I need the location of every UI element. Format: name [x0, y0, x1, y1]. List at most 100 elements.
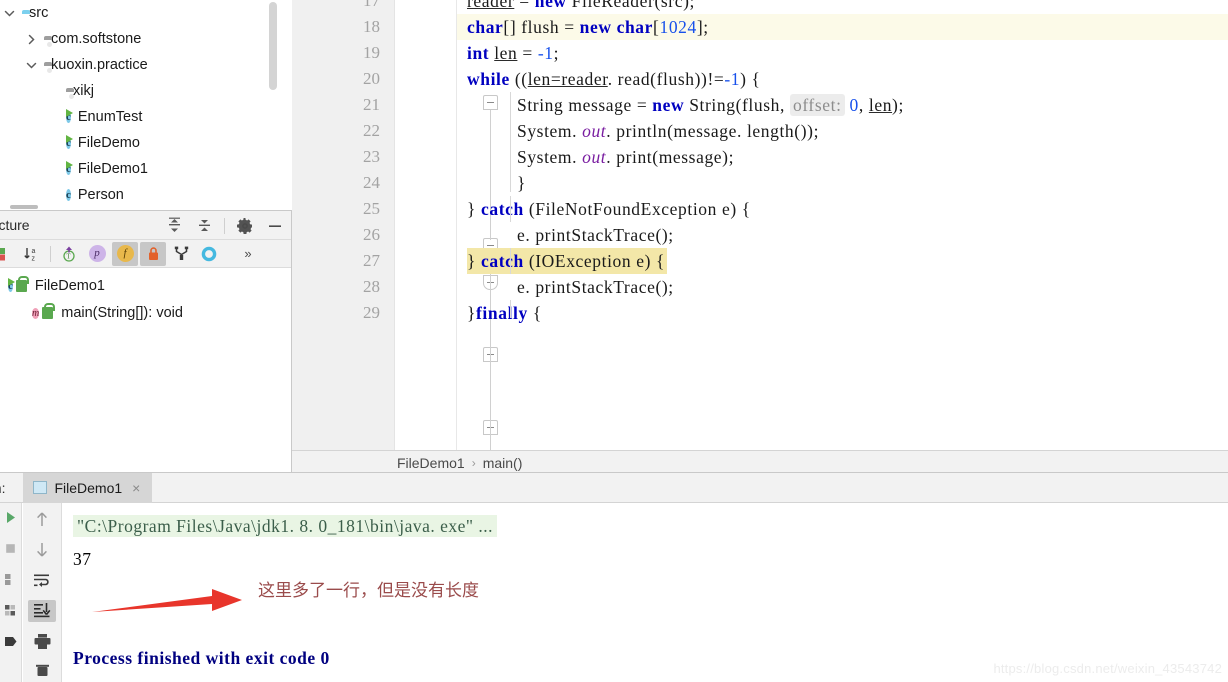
group-by-icon[interactable]: [168, 242, 194, 266]
rerun-button[interactable]: [0, 507, 25, 527]
expand-all-icon[interactable]: [164, 216, 184, 236]
indent-guide: [510, 300, 511, 318]
tree-item-filedemo[interactable]: c FileDemo: [0, 130, 278, 156]
svg-text:z: z: [32, 255, 36, 262]
code-line-19[interactable]: int len = -1;: [467, 40, 559, 66]
pin-button[interactable]: [0, 631, 25, 651]
structure-item-main-string-----void[interactable]: m main(String[]): void: [0, 299, 291, 326]
trace-button[interactable]: [0, 569, 25, 589]
sort-by-visibility-icon[interactable]: [0, 242, 17, 266]
token-plain: ) {: [740, 69, 761, 89]
line-number: 20: [363, 69, 380, 88]
tree-twisty-placeholder: [44, 108, 62, 126]
token-plain: =: [514, 0, 535, 11]
code-line-17[interactable]: reader = new FileReader(src);: [467, 0, 695, 14]
annotation-arrow: [92, 588, 244, 623]
code-line-29[interactable]: }finally {: [467, 300, 542, 326]
collapse-all-icon[interactable]: [194, 216, 214, 236]
show-fields-icon[interactable]: f: [112, 241, 138, 266]
structure-tree[interactable]: c FileDemo1 m main(String[]): void: [0, 268, 291, 326]
token-plain: {: [651, 251, 666, 271]
editor-gutter[interactable]: 17 18 19 20 21 22 23 24 25 26 27 28 29: [292, 0, 395, 450]
code-line-26[interactable]: e. printStackTrace();: [517, 222, 674, 248]
show-properties-icon[interactable]: p: [84, 242, 110, 266]
scroll-up-button[interactable]: [28, 508, 56, 531]
token-kw: catch: [480, 199, 524, 219]
scroll-down-button[interactable]: [28, 539, 56, 562]
more-options-icon[interactable]: »: [235, 242, 261, 266]
breadcrumb-item-method[interactable]: main(): [483, 455, 523, 471]
tree-twisty-placeholder: [44, 186, 62, 204]
project-tree-scrollbar[interactable]: [268, 0, 278, 212]
breadcrumb-item-class[interactable]: FileDemo1: [397, 455, 465, 471]
token-fld: out: [582, 147, 607, 167]
chevron-right-icon[interactable]: [22, 30, 40, 48]
code-line-21[interactable]: String message = new String(flush, offse…: [517, 92, 904, 118]
token-plain: FileReader(src);: [566, 0, 695, 11]
tree-item-filedemo1[interactable]: c FileDemo1: [0, 156, 278, 182]
run-console-rail[interactable]: [23, 503, 62, 682]
code-line-23[interactable]: System. out. print(message);: [517, 144, 734, 170]
run-action-rail[interactable]: [0, 503, 22, 682]
structure-title: ructure: [0, 217, 30, 233]
code-line-24[interactable]: }: [517, 170, 526, 196]
print-button[interactable]: [28, 630, 56, 653]
svg-text:a: a: [32, 248, 36, 255]
structure-tool-window: ructure: [0, 210, 292, 472]
structure-toolbar[interactable]: a z T p f »: [0, 240, 291, 268]
divider: [224, 217, 225, 234]
tree-item-src[interactable]: src: [0, 0, 278, 26]
code-editor[interactable]: 17 18 19 20 21 22 23 24 25 26 27 28 29 reader = new …: [292, 0, 1228, 450]
hide-panel-icon[interactable]: [265, 216, 285, 236]
clear-all-button[interactable]: [28, 661, 56, 682]
code-line-28[interactable]: e. printStackTrace();: [517, 274, 674, 300]
soft-wrap-button[interactable]: [28, 569, 56, 592]
annotation-text: 这里多了一行，但是没有长度: [258, 581, 479, 601]
tree-item-label: xikj: [73, 83, 94, 99]
stop-button[interactable]: [0, 538, 25, 558]
structure-item-filedemo1[interactable]: c FileDemo1: [0, 272, 291, 299]
run-tab-filedemo1[interactable]: FileDemo1 ×: [23, 472, 153, 503]
show-inherited-icon[interactable]: T: [56, 242, 82, 266]
tree-item-kuoxin-practice[interactable]: kuoxin.practice: [0, 52, 278, 78]
editor-code-area[interactable]: reader = new FileReader(src); char[] flus…: [457, 0, 1228, 450]
token-plain: ;: [553, 43, 560, 63]
close-icon[interactable]: ×: [132, 480, 140, 496]
tree-item-label: kuoxin.practice: [51, 57, 148, 73]
watermark: https://blog.csdn.net/weixin_43543742: [993, 661, 1222, 676]
structure-item-label: FileDemo1: [34, 277, 105, 294]
public-lock-icon: [42, 302, 56, 319]
show-non-public-icon[interactable]: [140, 241, 166, 266]
tree-twisty-placeholder: [44, 160, 62, 178]
chevron-down-icon[interactable]: [22, 56, 40, 74]
svg-text:T: T: [66, 252, 71, 260]
tree-item-person[interactable]: c Person: [0, 182, 278, 208]
editor-fold-column[interactable]: [395, 0, 498, 450]
token-plain: }: [467, 199, 481, 219]
tree-horizontal-scroll-thumb[interactable]: [10, 205, 38, 209]
token-plain: }: [467, 251, 481, 271]
gear-icon[interactable]: [235, 216, 255, 236]
java-class-icon: c: [66, 189, 71, 201]
structure-item-label: main(String[]): void: [61, 304, 183, 321]
code-line-18[interactable]: char[] flush = new char[1024];: [467, 14, 709, 40]
token-plain: ];: [696, 17, 709, 37]
project-tree-panel[interactable]: src com.softstone kuoxin.practice xikj c Enum…: [0, 0, 278, 212]
code-line-20[interactable]: while ((len=reader. read(flush))!=-1) {: [467, 66, 761, 92]
layout-button[interactable]: [0, 600, 25, 620]
token-plain: }: [517, 173, 526, 193]
token-plain: . print(message);: [606, 147, 735, 167]
chevron-down-icon[interactable]: [0, 4, 18, 22]
tree-item-xikj[interactable]: xikj: [0, 78, 278, 104]
sort-alphabetically-icon[interactable]: a z: [19, 242, 45, 266]
tree-item-enumtest[interactable]: c EnumTest: [0, 104, 278, 130]
java-class-runnable-icon: c: [66, 137, 71, 149]
scroll-to-end-button[interactable]: [28, 599, 56, 622]
code-line-22[interactable]: System. out. println(message. length());: [517, 118, 819, 144]
autoscroll-icon[interactable]: [196, 242, 222, 266]
code-line-27[interactable]: } catch (IOException e) {: [467, 248, 668, 274]
token-plain: System.: [517, 147, 583, 167]
tree-item-com-softstone[interactable]: com.softstone: [0, 26, 278, 52]
scrollbar-thumb[interactable]: [269, 2, 277, 90]
token-plain: e. printStackTrace();: [517, 277, 674, 297]
